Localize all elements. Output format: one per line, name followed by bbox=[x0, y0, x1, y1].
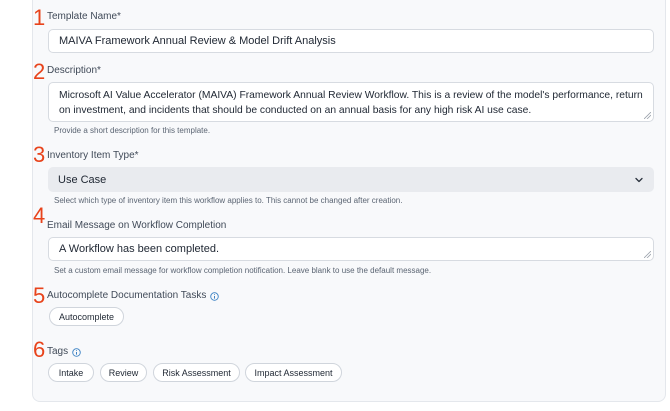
inventory-type-helper: Select which type of inventory item this… bbox=[54, 196, 403, 205]
resize-handle-icon[interactable] bbox=[644, 112, 651, 119]
email-message-label-text: Email Message on Workflow Completion bbox=[47, 220, 227, 231]
description-textarea[interactable]: Microsoft AI Value Accelerator (MAIVA) F… bbox=[48, 82, 654, 122]
tag-chip[interactable]: Intake bbox=[48, 363, 94, 382]
email-message-input[interactable]: A Workflow has been completed. bbox=[48, 237, 654, 261]
email-message-helper: Set a custom email message for workflow … bbox=[54, 266, 432, 275]
step-number: 5 bbox=[33, 283, 46, 308]
chevron-down-icon bbox=[635, 177, 643, 182]
template-name-label-text: Template Name* bbox=[47, 11, 121, 22]
description-value: Microsoft AI Value Accelerator (MAIVA) F… bbox=[59, 90, 643, 116]
tag-chip[interactable]: Risk Assessment bbox=[153, 363, 240, 382]
template-name-value: MAIVA Framework Annual Review & Model Dr… bbox=[59, 35, 336, 47]
autocomplete-button[interactable]: Autocomplete bbox=[49, 307, 124, 326]
tag-chip[interactable]: Review bbox=[100, 363, 147, 382]
template-name-input[interactable]: MAIVA Framework Annual Review & Model Dr… bbox=[48, 29, 654, 53]
resize-handle-icon[interactable] bbox=[644, 251, 651, 258]
info-icon[interactable] bbox=[210, 291, 220, 301]
description-label: Description* bbox=[47, 66, 101, 76]
tag-chip[interactable]: Impact Assessment bbox=[245, 363, 342, 382]
email-message-value: A Workflow has been completed. bbox=[59, 243, 219, 255]
template-name-label: Template Name* bbox=[47, 12, 121, 22]
inventory-type-label: Inventory Item Type* bbox=[47, 151, 139, 161]
tags-label: Tags bbox=[47, 347, 81, 357]
description-helper: Provide a short description for this tem… bbox=[54, 126, 211, 135]
inventory-type-value: Use Case bbox=[58, 173, 107, 186]
description-label-text: Description* bbox=[47, 65, 101, 76]
step-number: 1 bbox=[33, 5, 46, 30]
tags-label-text: Tags bbox=[47, 346, 69, 357]
step-number: 4 bbox=[33, 203, 46, 228]
autocomplete-label: Autocomplete Documentation Tasks bbox=[47, 290, 220, 301]
autocomplete-label-text: Autocomplete Documentation Tasks bbox=[47, 290, 207, 301]
email-message-label: Email Message on Workflow Completion bbox=[47, 221, 226, 231]
inventory-type-select[interactable]: Use Case bbox=[48, 167, 654, 192]
step-number: 3 bbox=[33, 142, 46, 167]
info-icon[interactable] bbox=[72, 347, 81, 357]
inventory-type-label-text: Inventory Item Type* bbox=[47, 150, 139, 161]
step-number: 6 bbox=[33, 337, 46, 362]
step-number: 2 bbox=[33, 59, 46, 84]
